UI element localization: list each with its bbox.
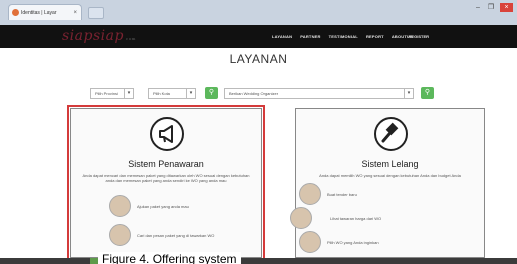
- favicon-icon: [12, 9, 19, 16]
- nav-item-register[interactable]: REGISTER: [409, 34, 429, 39]
- step-item: Pilih WO yang Anda inginkan: [299, 231, 407, 253]
- figure-caption: Figure 4. Offering system: [98, 252, 241, 264]
- tab-title: Identitas | Layar: [21, 10, 57, 16]
- card-description: Anda dapat memilih WO yang sesuai dengan…: [319, 173, 461, 178]
- browser-tab[interactable]: Identitas | Layar ×: [8, 4, 82, 20]
- step-photo: [299, 183, 321, 205]
- nav-item-report[interactable]: REPORT: [366, 34, 384, 39]
- step-label: Cari dan pesan paket yang di tawarkan WO: [137, 232, 215, 238]
- step-label: Pilih WO yang Anda inginkan: [327, 239, 379, 245]
- wo-search-input[interactable]: Berikan Wedding Organizer ▾: [224, 88, 414, 99]
- main-nav: LAYANAN PARTNER TESTIMONIAL REPORT ABOUT…: [272, 34, 413, 39]
- wo-search-button[interactable]: ⚲: [421, 87, 434, 99]
- nav-item-testimonial[interactable]: TESTIMONIAL: [329, 34, 358, 39]
- search-icon: ⚲: [424, 89, 431, 96]
- page-title: LAYANAN: [229, 52, 288, 66]
- megaphone-icon: [150, 117, 184, 151]
- province-select-value: Pilih Provinsi: [95, 91, 118, 96]
- new-tab-button[interactable]: [88, 7, 104, 19]
- card-title: Sistem Penawaran: [128, 159, 204, 169]
- logo-suffix: com: [125, 36, 136, 41]
- step-label: Ajukan paket yang anda mau: [137, 203, 189, 209]
- chevron-down-icon: ▾: [186, 89, 195, 98]
- site-header: siapsiap com LAYANAN PARTNER TESTIMONIAL …: [0, 25, 517, 48]
- minimize-icon[interactable]: –: [473, 4, 483, 12]
- step-photo: [109, 195, 131, 217]
- step-photo: [109, 224, 131, 246]
- search-icon: ⚲: [208, 89, 215, 96]
- step-photo: [299, 231, 321, 253]
- chevron-down-icon: ▾: [124, 89, 133, 98]
- step-item: Lihat tawaran harga dari WO: [290, 207, 410, 229]
- browser-chrome: Identitas | Layar × – ❐ ×: [0, 0, 517, 25]
- nav-item-partner[interactable]: PARTNER: [300, 34, 320, 39]
- logo-text: siapsiap: [62, 28, 124, 44]
- city-select-value: Pilih Kota: [153, 91, 170, 96]
- card-sistem-penawaran[interactable]: Sistem Penawaran Anda dapat mencari dan …: [67, 105, 265, 261]
- step-label: Buat tender baru: [327, 191, 357, 197]
- city-select[interactable]: Pilih Kota ▾: [148, 88, 196, 99]
- maximize-icon[interactable]: ❐: [486, 4, 496, 12]
- card-sistem-lelang[interactable]: Sistem Lelang Anda dapat memilih WO yang…: [290, 108, 485, 258]
- card-description: Anda dapat mencari dan memesan paket yan…: [82, 173, 250, 183]
- chevron-down-icon: ▾: [404, 89, 413, 98]
- close-tab-icon[interactable]: ×: [73, 5, 77, 21]
- taskbar-strip: [0, 258, 517, 264]
- wo-search-placeholder: Berikan Wedding Organizer: [229, 91, 279, 96]
- step-label: Lihat tawaran harga dari WO: [330, 215, 382, 221]
- filter-search-button[interactable]: ⚲: [205, 87, 218, 99]
- gavel-icon: [374, 117, 408, 151]
- card-title: Sistem Lelang: [361, 159, 419, 169]
- window-close-icon[interactable]: ×: [500, 3, 513, 12]
- nav-item-layanan[interactable]: LAYANAN: [272, 34, 292, 39]
- province-select[interactable]: Pilih Provinsi ▾: [90, 88, 134, 99]
- step-item: Ajukan paket yang anda mau: [109, 195, 217, 217]
- step-item: Buat tender baru: [299, 183, 407, 205]
- step-item: Cari dan pesan paket yang di tawarkan WO: [109, 224, 217, 246]
- step-photo: [290, 207, 312, 229]
- site-logo[interactable]: siapsiap com: [62, 28, 136, 44]
